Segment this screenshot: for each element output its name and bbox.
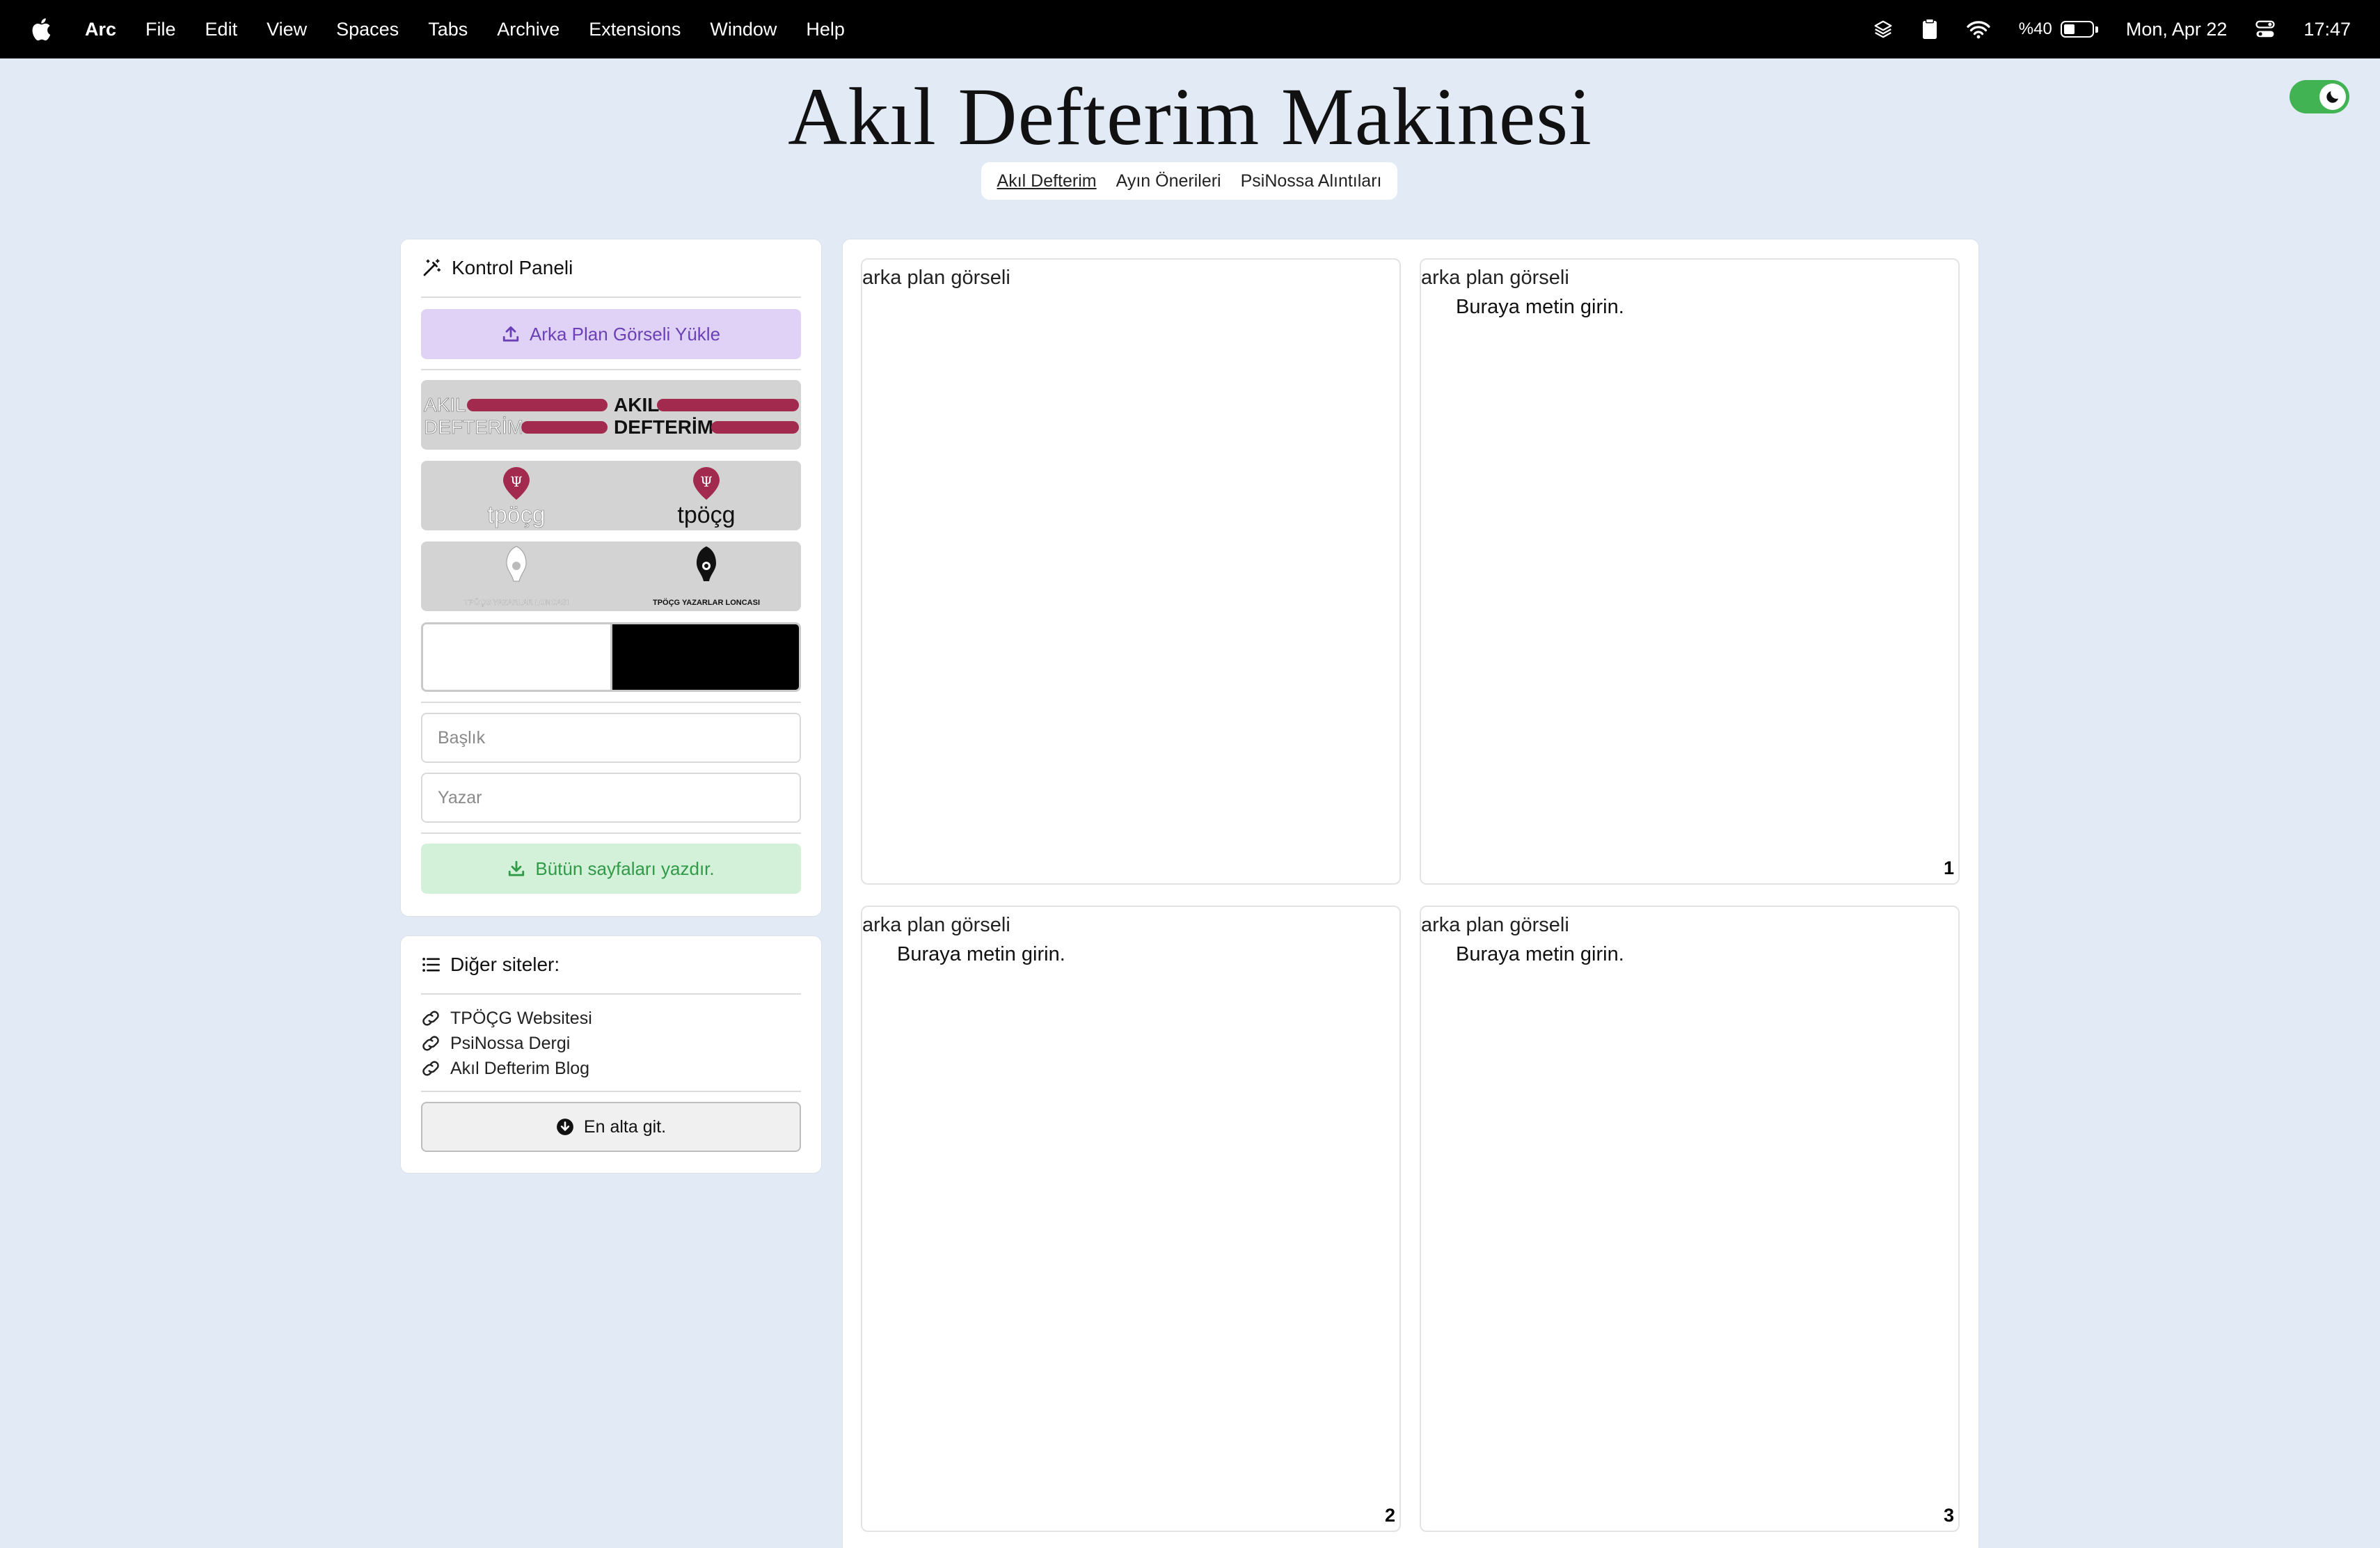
akil-defterim-logo-line2: DEFTERİM — [614, 416, 713, 438]
page-title: Akıl Defterim Makinesi — [788, 71, 1592, 162]
site-link-tpocg[interactable]: TPÖÇG Websitesi — [421, 1006, 801, 1031]
author-input[interactable] — [438, 787, 784, 808]
battery-percent: %40 — [2018, 19, 2052, 38]
link-icon — [422, 1011, 439, 1026]
tpocg-logo-dark[interactable]: Ψtpöçg — [611, 461, 801, 530]
scroll-to-bottom-label: En alta git. — [583, 1116, 667, 1137]
top-nav: Akıl Defterim Ayın Önerileri PsiNossa Al… — [981, 162, 1397, 200]
menu-edit[interactable]: Edit — [205, 19, 238, 40]
akil-defterim-logo-line2: DEFTERİM — [424, 416, 523, 438]
preview-page[interactable]: arka plan görseli — [861, 258, 1401, 885]
tpocg-logo-text: tpöçg — [487, 502, 545, 528]
wifi-icon[interactable] — [1966, 19, 1991, 39]
list-icon — [422, 957, 440, 972]
tpocg-logo-text: tpöçg — [677, 502, 735, 528]
yazarlar-logo-text: TPÖÇG YAZARLAR LONCASI — [652, 598, 759, 607]
site-link-list: TPÖÇG Websitesi PsiNossa Dergi Akıl Deft… — [421, 995, 801, 1081]
other-sites-panel: Diğer siteler: TPÖÇG Websitesi PsiNossa … — [400, 935, 822, 1174]
page-number: 1 — [1943, 858, 1954, 878]
print-all-label: Bütün sayfaları yazdır. — [535, 858, 715, 879]
logo-option-yazarlar-loncasi[interactable]: TPÖÇG YAZARLAR LONCASI TPÖÇG YAZARLAR LO… — [421, 542, 801, 611]
other-sites-title: Diğer siteler: — [450, 954, 560, 975]
page-number: 2 — [1384, 1505, 1395, 1526]
link-icon — [422, 1036, 439, 1051]
preview-page[interactable]: arka plan görseli Buraya metin girin. 1 — [1420, 258, 1960, 885]
author-field[interactable] — [421, 773, 801, 823]
yazarlar-logo-text: TPÖÇG YAZARLAR LONCASI — [463, 599, 569, 607]
white-swatch[interactable] — [423, 624, 612, 690]
akil-defterim-logo-line1: AKIL — [424, 394, 466, 416]
site-link-psinossa[interactable]: PsiNossa Dergi — [421, 1031, 801, 1056]
battery-indicator[interactable]: %40 — [2019, 19, 2098, 39]
page-preview-panel: arka plan görseli arka plan görseli Bura… — [842, 239, 1979, 1548]
layers-icon[interactable] — [1873, 19, 1894, 40]
akil-defterim-logo-light[interactable]: AKIL DEFTERİM — [421, 380, 611, 450]
background-image-alt: arka plan görseli — [1421, 914, 1569, 936]
control-panel-title: Kontrol Paneli — [452, 257, 573, 278]
background-image-alt: arka plan görseli — [862, 267, 1010, 289]
menu-view[interactable]: View — [267, 19, 307, 40]
control-panel: Kontrol Paneli Arka Plan Görseli Yükle A… — [400, 239, 822, 917]
menu-help[interactable]: Help — [806, 19, 845, 40]
menu-file[interactable]: File — [145, 19, 176, 40]
menubar-time[interactable]: 17:47 — [2303, 19, 2351, 40]
menu-tabs[interactable]: Tabs — [428, 19, 468, 40]
other-sites-header: Diğer siteler: — [421, 936, 801, 995]
upload-icon — [502, 326, 519, 342]
menubar: Arc File Edit View Spaces Tabs Archive E… — [0, 0, 2380, 58]
arrow-down-circle-icon — [557, 1119, 573, 1135]
svg-text:Ψ: Ψ — [510, 473, 523, 490]
link-icon — [422, 1061, 439, 1076]
menubar-date[interactable]: Mon, Apr 22 — [2126, 19, 2228, 40]
menu-archive[interactable]: Archive — [497, 19, 560, 40]
menu-extensions[interactable]: Extensions — [589, 19, 681, 40]
site-link-label: TPÖÇG Websitesi — [450, 1008, 592, 1028]
nav-ayin-onerileri[interactable]: Ayın Önerileri — [1116, 171, 1221, 191]
site-link-akil-defterim-blog[interactable]: Akıl Defterim Blog — [421, 1056, 801, 1081]
menu-app-arc[interactable]: Arc — [85, 19, 116, 40]
clipboard-icon[interactable] — [1921, 18, 1938, 40]
print-all-button[interactable]: Bütün sayfaları yazdır. — [421, 844, 801, 894]
text-color-options — [421, 622, 801, 692]
preview-page[interactable]: arka plan görseli Buraya metin girin. 3 — [1420, 906, 1960, 1532]
yazarlar-logo-dark[interactable]: TPÖÇG YAZARLAR LONCASI — [611, 542, 801, 611]
background-image-alt: arka plan görseli — [862, 914, 1010, 936]
nav-akil-defterim[interactable]: Akıl Defterim — [997, 171, 1097, 191]
logo-option-akil-defterim[interactable]: AKIL DEFTERİM AKIL DEFTERİM — [421, 380, 801, 450]
site-link-label: Akıl Defterim Blog — [450, 1058, 590, 1078]
akil-defterim-logo-line1: AKIL — [614, 394, 659, 416]
upload-background-button[interactable]: Arka Plan Görseli Yükle — [421, 309, 801, 359]
logo-option-tpocg[interactable]: Ψtpöçg Ψtpöçg — [421, 461, 801, 530]
menu-window[interactable]: Window — [710, 19, 777, 40]
menubar-status-area: %40 Mon, Apr 22 17:47 — [1845, 18, 2351, 40]
yazarlar-logo-light[interactable]: TPÖÇG YAZARLAR LONCASI — [421, 542, 611, 611]
page-number: 3 — [1943, 1505, 1954, 1526]
scroll-to-bottom-button[interactable]: En alta git. — [421, 1102, 801, 1152]
apple-icon[interactable] — [29, 16, 51, 42]
tpocg-logo-light[interactable]: Ψtpöçg — [421, 461, 611, 530]
control-center-icon[interactable] — [2255, 19, 2276, 39]
title-field[interactable] — [421, 713, 801, 763]
control-panel-header: Kontrol Paneli — [421, 239, 801, 298]
battery-icon — [2060, 21, 2094, 38]
upload-background-label: Arka Plan Görseli Yükle — [529, 323, 721, 345]
menu-spaces[interactable]: Spaces — [336, 19, 399, 40]
preview-page[interactable]: arka plan görseli Buraya metin girin. 2 — [861, 906, 1401, 1532]
page-text[interactable]: Buraya metin girin. — [1456, 296, 1624, 319]
black-swatch[interactable] — [612, 624, 799, 690]
akil-defterim-logo-dark[interactable]: AKIL DEFTERİM — [611, 380, 801, 450]
title-input[interactable] — [438, 727, 784, 748]
site-link-label: PsiNossa Dergi — [450, 1033, 571, 1053]
magic-wand-icon — [423, 259, 441, 276]
background-image-alt: arka plan görseli — [1421, 267, 1569, 289]
download-icon — [509, 860, 525, 876]
page-text[interactable]: Buraya metin girin. — [897, 943, 1065, 966]
nav-psinossa-alintilari[interactable]: PsiNossa Alıntıları — [1241, 171, 1382, 191]
svg-text:Ψ: Ψ — [700, 473, 713, 490]
battery-level-fill — [2063, 24, 2075, 34]
page-text[interactable]: Buraya metin girin. — [1456, 943, 1624, 966]
